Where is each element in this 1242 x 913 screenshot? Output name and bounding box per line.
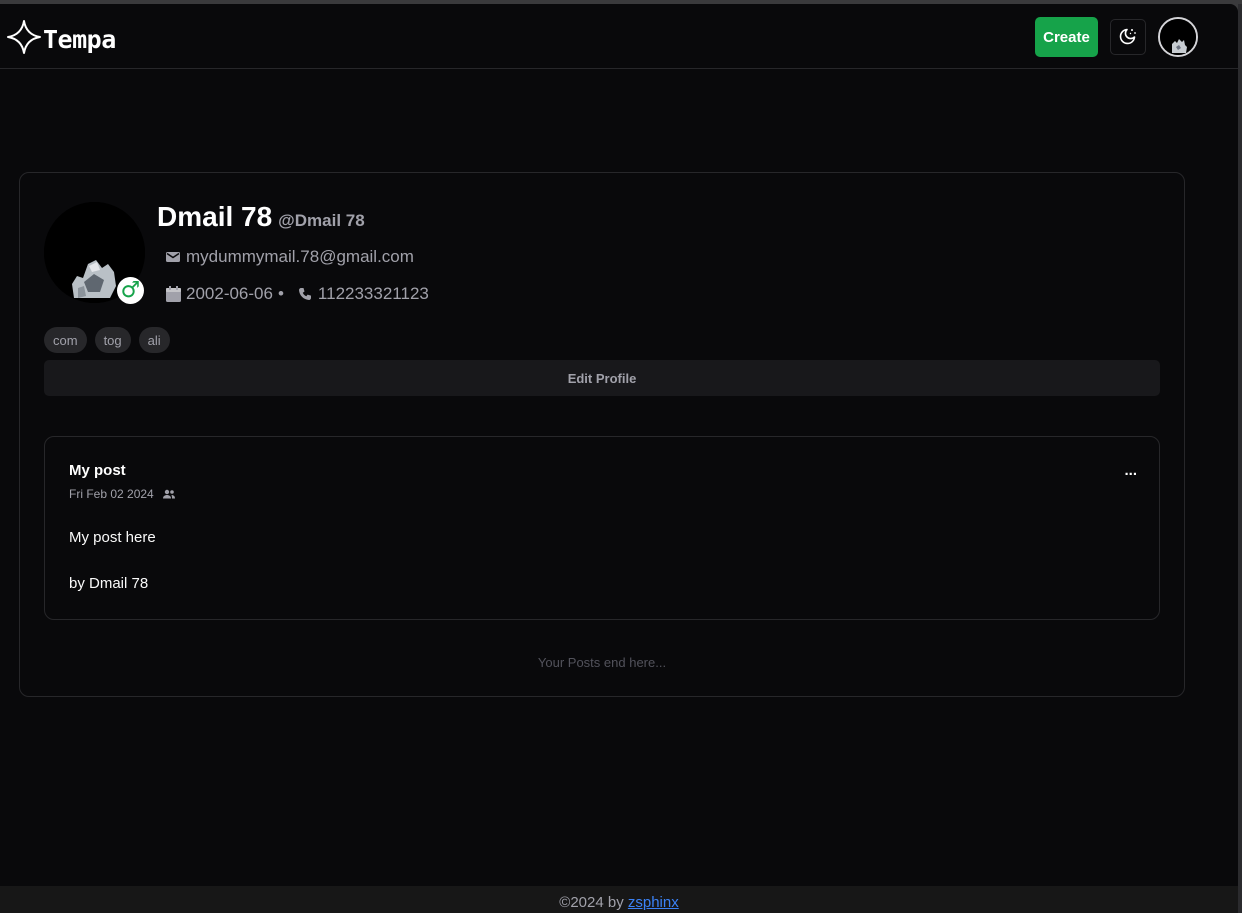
phone-icon xyxy=(296,285,314,303)
four-point-star-icon xyxy=(6,19,42,60)
tag-chip[interactable]: com xyxy=(44,327,87,353)
mail-icon xyxy=(164,248,182,266)
post-meta: Fri Feb 02 2024 xyxy=(69,487,176,501)
info-separator: • xyxy=(277,284,284,303)
profile-handle: @Dmail 78 xyxy=(278,211,365,230)
edit-profile-button[interactable]: Edit Profile xyxy=(44,360,1160,396)
calendar-icon xyxy=(164,285,182,303)
profile-dob-phone-row: 2002-06-06 • 112233321123 xyxy=(164,284,429,304)
post-card: My post Fri Feb 02 2024 ... My post here… xyxy=(44,436,1160,620)
footer-author-link[interactable]: zsphinx xyxy=(628,894,679,911)
logo[interactable]: Tempa xyxy=(6,19,116,60)
profile-dob: 2002-06-06 xyxy=(186,284,273,303)
avatar-image xyxy=(1160,19,1196,55)
page-footer: ©2024 by zsphinx xyxy=(0,886,1238,913)
profile-card: ♂ Dmail 78 @Dmail 78 mydummymail.78@gmai… xyxy=(19,172,1185,697)
post-title[interactable]: My post xyxy=(69,462,126,479)
moon-stars-icon xyxy=(1118,26,1138,49)
profile-name-row: Dmail 78 @Dmail 78 xyxy=(157,201,365,233)
profile-phone: 112233321123 xyxy=(317,284,429,303)
profile-display-name: Dmail 78 xyxy=(157,201,273,232)
tag-chip[interactable]: tog xyxy=(94,327,131,353)
post-author: by Dmail 78 xyxy=(69,575,149,592)
post-body: My post here xyxy=(69,529,156,546)
post-date: Fri Feb 02 2024 xyxy=(69,487,154,501)
post-more-options-button[interactable]: ... xyxy=(1124,463,1137,478)
profile-email: mydummymail.78@gmail.com xyxy=(186,247,414,266)
male-gender-icon: ♂ xyxy=(117,277,144,304)
people-icon xyxy=(162,488,176,500)
window-scrollbar[interactable] xyxy=(1238,4,1242,913)
top-navbar: Tempa Create xyxy=(0,4,1238,69)
footer-copyright: ©2024 by xyxy=(559,894,628,911)
profile-tags: com tog ali xyxy=(44,327,170,353)
user-avatar-button[interactable] xyxy=(1158,17,1198,57)
tag-chip[interactable]: ali xyxy=(138,327,170,353)
theme-toggle-button[interactable] xyxy=(1110,19,1146,55)
create-button[interactable]: Create xyxy=(1035,17,1098,57)
app-window: Tempa Create ♂ Dmail 78 @Dmail 78 mydumm… xyxy=(0,4,1238,913)
posts-end-note: Your Posts end here... xyxy=(537,655,667,670)
app-name: Tempa xyxy=(43,25,116,54)
profile-email-row: mydummymail.78@gmail.com xyxy=(164,247,414,267)
